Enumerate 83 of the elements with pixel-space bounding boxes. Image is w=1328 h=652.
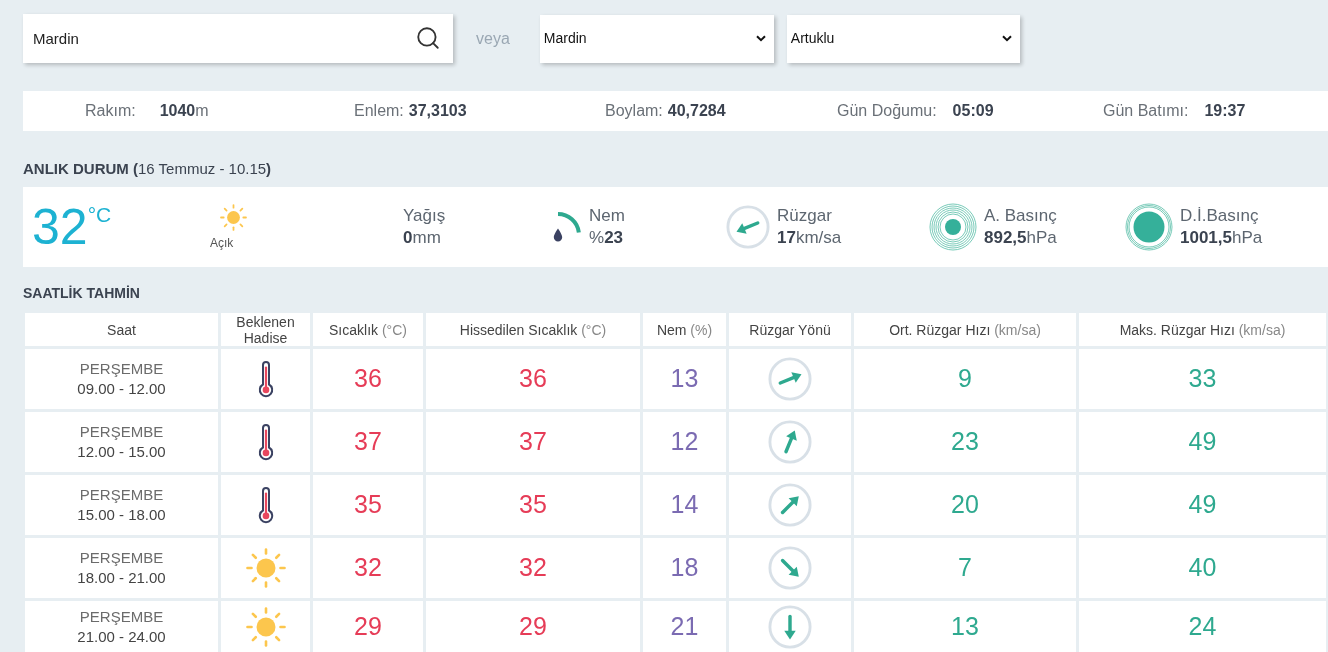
stat-label: D.İ.Basınç bbox=[1180, 205, 1260, 227]
filled-circle-rings-icon bbox=[1125, 203, 1173, 251]
table-cell: 32 bbox=[426, 538, 640, 598]
time-range: 12.00 - 15.00 bbox=[77, 442, 166, 462]
sun-icon bbox=[220, 204, 247, 231]
table-cell: 32 bbox=[313, 538, 423, 598]
day-label: PERŞEMBE bbox=[79, 422, 164, 442]
info-value: 19:37 bbox=[1204, 101, 1246, 121]
table-cell: 23 bbox=[854, 412, 1076, 472]
thermometer-icon bbox=[257, 423, 274, 461]
table-cell: 49 bbox=[1079, 475, 1326, 535]
table-cell: 36 bbox=[313, 349, 423, 409]
section-title: ANLIK DURUM (16 Temmuz - 10.15) bbox=[23, 159, 273, 179]
time-range: 18.00 - 21.00 bbox=[77, 568, 166, 588]
table-cell: 20 bbox=[854, 475, 1076, 535]
stat-value: 17km/sa bbox=[777, 227, 842, 249]
stat-value: 0mm bbox=[403, 227, 442, 249]
info-label: Enlem: bbox=[354, 101, 404, 121]
time-range: 15.00 - 18.00 bbox=[77, 505, 166, 525]
table-cell: 35 bbox=[426, 475, 640, 535]
chevron-down-icon bbox=[1001, 35, 1012, 42]
column-header: Nem (%) bbox=[643, 313, 726, 346]
info-value: 1040m bbox=[159, 101, 209, 121]
column-header: Rüzgar Yönü bbox=[729, 313, 851, 346]
sun-icon bbox=[245, 548, 286, 588]
search-button[interactable] bbox=[415, 25, 441, 51]
search-input[interactable]: Mardin bbox=[23, 14, 453, 63]
separator-text: veya bbox=[476, 28, 510, 49]
table-cell: 13 bbox=[643, 349, 726, 409]
table-cell: 29 bbox=[426, 601, 640, 652]
water-drop-arc-icon bbox=[553, 211, 582, 243]
info-label: Boylam: bbox=[605, 101, 663, 121]
table-cell: 24 bbox=[1079, 601, 1326, 652]
time-range: 09.00 - 12.00 bbox=[77, 379, 166, 399]
day-label: PERŞEMBE bbox=[79, 485, 164, 505]
table-cell: 18 bbox=[643, 538, 726, 598]
thermometer-icon bbox=[257, 360, 274, 398]
info-value: 05:09 bbox=[952, 101, 994, 121]
stat-label: Rüzgar bbox=[777, 205, 833, 227]
info-label: Gün Doğumu: bbox=[837, 101, 937, 121]
column-header: Saat bbox=[25, 313, 218, 346]
table-cell: 12 bbox=[643, 412, 726, 472]
chevron-down-icon bbox=[755, 35, 766, 42]
table-cell: 14 bbox=[643, 475, 726, 535]
table-cell: 35 bbox=[313, 475, 423, 535]
column-header: Ort. Rüzgar Hızı (km/sa) bbox=[854, 313, 1076, 346]
day-label: PERŞEMBE bbox=[79, 359, 164, 379]
section-title: SAATLİK TAHMİN bbox=[23, 284, 141, 302]
condition-label: Açık bbox=[210, 236, 234, 250]
column-header: Hissedilen Sıcaklık (°C) bbox=[426, 313, 640, 346]
stat-value: 892,5hPa bbox=[984, 227, 1057, 249]
table-cell: 37 bbox=[426, 412, 640, 472]
table-cell: 40 bbox=[1079, 538, 1326, 598]
stat-label: Yağış bbox=[403, 205, 446, 227]
sun-icon bbox=[245, 606, 286, 647]
table-cell: 49 bbox=[1079, 412, 1326, 472]
stat-value: %23 bbox=[589, 227, 625, 249]
time-range: 21.00 - 24.00 bbox=[77, 626, 166, 647]
concentric-rings-icon bbox=[929, 203, 977, 251]
info-label: Rakım: bbox=[85, 101, 136, 121]
table-cell: 37 bbox=[313, 412, 423, 472]
info-value: 37,3103 bbox=[408, 101, 467, 121]
dropdown-select[interactable]: Mardin bbox=[539, 14, 774, 63]
column-header: Sıcaklık (°C) bbox=[313, 313, 423, 346]
table-cell: 33 bbox=[1079, 349, 1326, 409]
table-cell: 21 bbox=[643, 601, 726, 652]
table-cell: 9 bbox=[854, 349, 1076, 409]
table-cell: 36 bbox=[426, 349, 640, 409]
dropdown-select[interactable]: Artuklu bbox=[786, 14, 1020, 63]
table-cell: 29 bbox=[313, 601, 423, 652]
stat-value: 1001,5hPa bbox=[1180, 227, 1263, 249]
search-icon bbox=[415, 25, 441, 51]
stat-label: A. Basınç bbox=[984, 205, 1057, 227]
column-header: Maks. Rüzgar Hızı (km/sa) bbox=[1079, 313, 1326, 346]
table-cell: 7 bbox=[854, 538, 1076, 598]
day-label: PERŞEMBE bbox=[79, 548, 164, 568]
day-label: PERŞEMBE bbox=[79, 606, 164, 627]
table-cell: 13 bbox=[854, 601, 1076, 652]
stat-label: Nem bbox=[589, 205, 625, 227]
info-label: Gün Batımı: bbox=[1103, 101, 1189, 121]
column-header: Beklenen Hadise bbox=[221, 313, 310, 346]
info-value: 40,7284 bbox=[667, 101, 726, 121]
thermometer-icon bbox=[257, 486, 274, 524]
